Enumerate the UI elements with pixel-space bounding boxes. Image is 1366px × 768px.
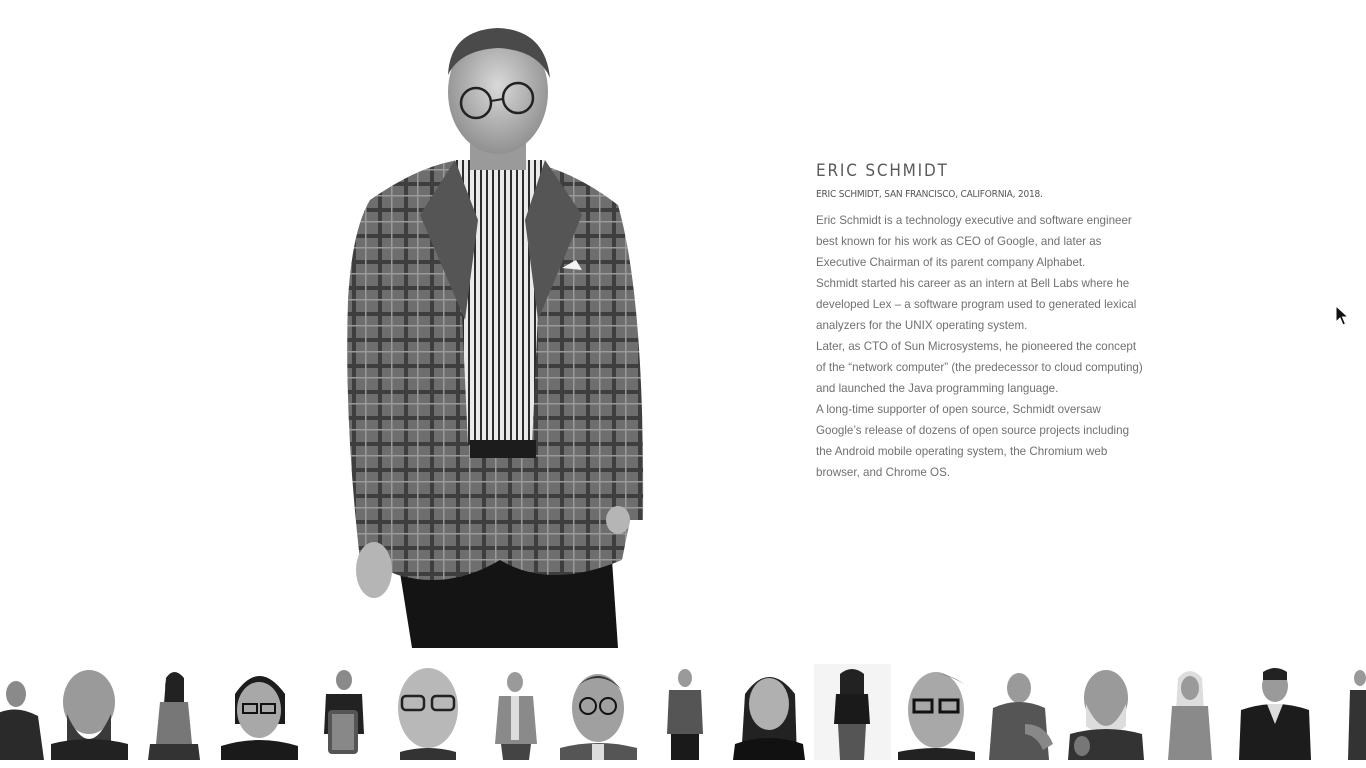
person-name: ERIC SCHMIDT: [816, 161, 949, 181]
thumbnail[interactable]: [1160, 664, 1220, 760]
thumbnail[interactable]: [51, 664, 128, 760]
thumbnail[interactable]: [731, 664, 808, 760]
thumbnail[interactable]: [898, 664, 975, 760]
thumbnail[interactable]: [1068, 664, 1145, 760]
thumbnail-strip[interactable]: [0, 664, 1366, 768]
thumbnail[interactable]: [657, 664, 717, 760]
main-portrait-image: [300, 0, 700, 648]
thumbnail[interactable]: [312, 664, 372, 760]
photo-caption: ERIC SCHMIDT, SAN FRANCISCO, CALIFORNIA,…: [816, 189, 1043, 200]
thumbnail[interactable]: [814, 664, 891, 760]
bio-paragraph: A long-time supporter of open source, Sc…: [816, 403, 1130, 479]
thumbnail[interactable]: [390, 664, 467, 760]
thumbnail[interactable]: [221, 664, 298, 760]
mouse-cursor-icon: [1335, 304, 1350, 327]
thumbnail[interactable]: [560, 664, 637, 760]
thumbnail[interactable]: [0, 664, 44, 760]
bio-paragraph: Schmidt started his career as an intern …: [816, 277, 1137, 332]
thumbnail[interactable]: [1237, 664, 1314, 760]
thumbnail[interactable]: [144, 664, 204, 760]
bio-panel: ERIC SCHMIDT ERIC SCHMIDT, SAN FRANCISCO…: [816, 160, 1146, 483]
thumbnail[interactable]: [1344, 664, 1366, 760]
bio-paragraph: Later, as CTO of Sun Microsystems, he pi…: [816, 340, 1143, 395]
bio-paragraph: Eric Schmidt is a technology executive a…: [816, 214, 1132, 269]
thumbnail[interactable]: [985, 664, 1062, 760]
thumbnail[interactable]: [487, 664, 547, 760]
